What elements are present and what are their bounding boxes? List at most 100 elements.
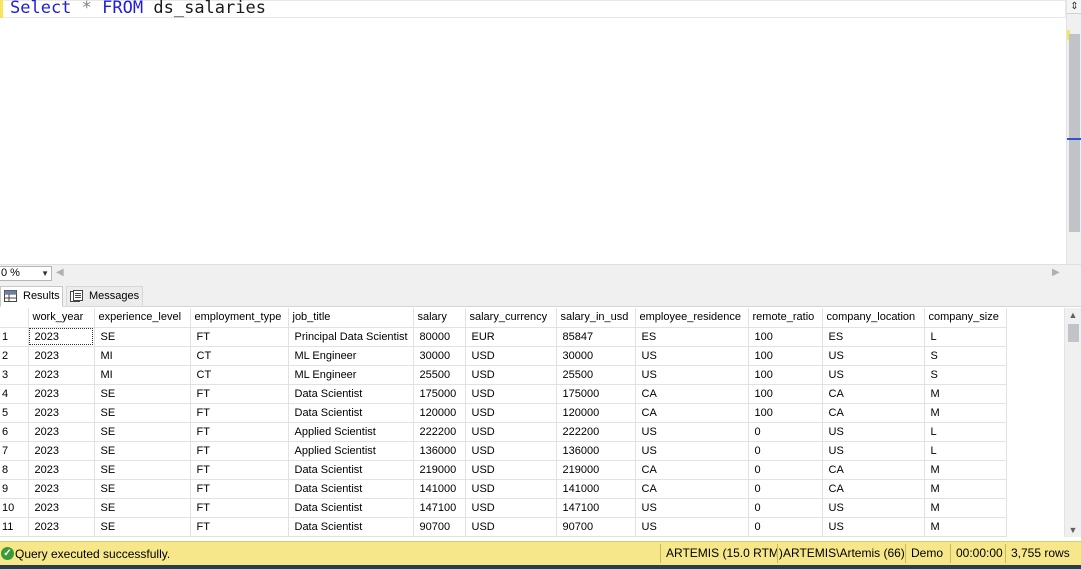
table-cell[interactable]: SE <box>94 384 191 404</box>
table-cell[interactable]: 175000 <box>413 384 466 404</box>
table-cell[interactable]: CA <box>822 384 925 404</box>
row-number-header[interactable]: 8 <box>0 460 29 480</box>
table-cell[interactable]: USD <box>465 479 557 499</box>
table-cell[interactable]: M <box>924 384 1007 404</box>
table-cell[interactable]: 2023 <box>28 517 95 537</box>
table-cell[interactable]: MI <box>94 346 191 366</box>
table-cell[interactable]: Principal Data Scientist <box>288 327 414 347</box>
table-cell[interactable]: USD <box>465 517 557 537</box>
table-cell[interactable]: 219000 <box>413 460 466 480</box>
table-cell[interactable]: 2023 <box>28 384 95 404</box>
table-cell[interactable]: 0 <box>748 479 823 499</box>
table-cell[interactable]: EUR <box>465 327 557 347</box>
table-cell[interactable]: USD <box>465 384 557 404</box>
table-cell[interactable]: FT <box>190 460 289 480</box>
split-window-icon[interactable]: ⇕ <box>1067 0 1081 14</box>
row-number-header[interactable]: 3 <box>0 365 29 385</box>
table-cell[interactable]: 222200 <box>556 422 636 442</box>
table-cell[interactable]: USD <box>465 498 557 518</box>
editor-scroll-thumb[interactable] <box>1069 34 1080 232</box>
column-header[interactable]: employment_type <box>190 308 289 328</box>
editor-vertical-scrollbar[interactable]: ⇕ <box>1066 0 1081 264</box>
table-cell[interactable]: 0 <box>748 422 823 442</box>
table-cell[interactable]: SE <box>94 422 191 442</box>
table-cell[interactable]: 147100 <box>556 498 636 518</box>
table-cell[interactable]: L <box>924 327 1007 347</box>
column-header[interactable]: employee_residence <box>635 308 749 328</box>
table-cell[interactable]: 100 <box>748 346 823 366</box>
row-number-header[interactable]: 10 <box>0 498 29 518</box>
table-cell[interactable]: US <box>822 441 925 461</box>
table-cell[interactable]: 100 <box>748 384 823 404</box>
table-cell[interactable]: FT <box>190 384 289 404</box>
table-cell[interactable]: 0 <box>748 517 823 537</box>
scroll-left-icon[interactable]: ◀ <box>56 267 64 278</box>
row-number-header[interactable]: 11 <box>0 517 29 537</box>
table-cell[interactable]: Data Scientist <box>288 460 414 480</box>
column-header[interactable]: work_year <box>28 308 95 328</box>
row-number-header[interactable]: 9 <box>0 479 29 499</box>
table-cell[interactable]: ML Engineer <box>288 346 414 366</box>
tab-results[interactable]: Results <box>0 286 63 307</box>
grid-scroll-thumb[interactable] <box>1068 324 1079 342</box>
table-cell[interactable]: USD <box>465 365 557 385</box>
table-cell[interactable]: CA <box>635 479 749 499</box>
table-cell[interactable]: M <box>924 498 1007 518</box>
table-cell[interactable]: 25500 <box>413 365 466 385</box>
table-cell[interactable]: ES <box>822 327 925 347</box>
table-cell[interactable]: S <box>924 365 1007 385</box>
table-cell[interactable]: FT <box>190 479 289 499</box>
table-cell[interactable]: FT <box>190 441 289 461</box>
table-cell[interactable]: SE <box>94 479 191 499</box>
row-number-header[interactable]: 4 <box>0 384 29 404</box>
table-cell[interactable]: 100 <box>748 327 823 347</box>
table-cell[interactable]: CA <box>635 403 749 423</box>
row-number-header[interactable]: 5 <box>0 403 29 423</box>
row-number-header[interactable]: 1 <box>0 327 29 347</box>
table-cell[interactable]: 2023 <box>28 498 95 518</box>
table-cell[interactable]: FT <box>190 498 289 518</box>
table-cell[interactable]: 2023 <box>28 441 95 461</box>
column-header[interactable]: company_size <box>924 308 1007 328</box>
row-number-header[interactable]: 2 <box>0 346 29 366</box>
column-header[interactable]: job_title <box>288 308 414 328</box>
table-cell[interactable]: Applied Scientist <box>288 422 414 442</box>
table-cell[interactable]: 85847 <box>556 327 636 347</box>
table-cell[interactable]: 136000 <box>556 441 636 461</box>
table-cell[interactable]: 0 <box>748 460 823 480</box>
table-cell[interactable]: Data Scientist <box>288 498 414 518</box>
table-cell[interactable]: USD <box>465 422 557 442</box>
table-cell[interactable]: USD <box>465 403 557 423</box>
table-cell[interactable]: 2023 <box>28 422 95 442</box>
table-cell[interactable]: MI <box>94 365 191 385</box>
table-cell[interactable]: M <box>924 479 1007 499</box>
table-cell[interactable]: 100 <box>748 403 823 423</box>
tab-messages[interactable]: Messages <box>66 286 143 307</box>
table-cell[interactable]: 136000 <box>413 441 466 461</box>
column-header[interactable]: salary <box>413 308 466 328</box>
table-cell[interactable]: CT <box>190 365 289 385</box>
table-cell[interactable]: Applied Scientist <box>288 441 414 461</box>
table-cell[interactable]: US <box>822 517 925 537</box>
scroll-up-icon[interactable]: ▲ <box>1065 310 1081 320</box>
table-cell[interactable]: US <box>635 498 749 518</box>
table-cell[interactable]: CT <box>190 346 289 366</box>
table-cell[interactable]: L <box>924 441 1007 461</box>
table-cell[interactable]: 0 <box>748 498 823 518</box>
table-cell[interactable]: 30000 <box>556 346 636 366</box>
table-cell[interactable]: ES <box>635 327 749 347</box>
table-cell[interactable]: 2023 <box>28 479 95 499</box>
table-cell[interactable]: US <box>635 365 749 385</box>
table-cell[interactable]: FT <box>190 403 289 423</box>
table-cell[interactable]: M <box>924 460 1007 480</box>
column-header[interactable]: salary_currency <box>465 308 557 328</box>
table-cell[interactable]: SE <box>94 327 191 347</box>
table-cell[interactable]: 2023 <box>28 327 95 347</box>
scroll-down-icon[interactable]: ▼ <box>1065 525 1081 535</box>
table-cell[interactable]: USD <box>465 346 557 366</box>
table-cell[interactable]: FT <box>190 517 289 537</box>
table-cell[interactable]: 0 <box>748 441 823 461</box>
table-cell[interactable]: 80000 <box>413 327 466 347</box>
scroll-right-icon[interactable]: ▶ <box>1052 267 1060 278</box>
table-cell[interactable]: L <box>924 422 1007 442</box>
